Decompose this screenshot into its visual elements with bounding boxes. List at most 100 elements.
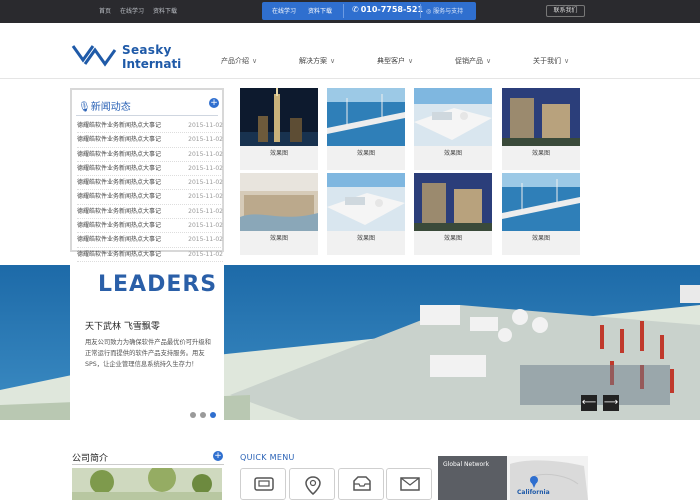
nav-item-solutions[interactable]: 解决方案 ∨ xyxy=(299,56,335,66)
quick-menu-tile[interactable] xyxy=(240,468,286,500)
product-caption: 效果图 xyxy=(356,235,375,242)
arrow-left-icon: ⟵ xyxy=(581,397,597,408)
product-caption: 效果图 xyxy=(443,235,462,242)
nav-label: 关于我们 xyxy=(533,57,561,65)
inbox-icon xyxy=(353,476,371,491)
product-image xyxy=(502,173,580,231)
list-item[interactable]: 德耀皓软件业务新闻热点大事记 2015-11-02 xyxy=(77,133,223,148)
product-image xyxy=(240,88,318,146)
support-link[interactable]: ◎ 服务与支持 xyxy=(426,6,463,15)
news-item-date: 2015-11-02 xyxy=(188,164,223,172)
chevron-down-icon: ∨ xyxy=(252,57,258,65)
news-item-text: 德耀皓软件业务新闻热点大事记 xyxy=(77,150,162,158)
about-title: 公司简介 xyxy=(72,454,109,464)
news-item-date: 2015-11-02 xyxy=(188,222,223,230)
about-more-button[interactable]: + xyxy=(213,451,223,461)
divider xyxy=(76,115,218,116)
about-image xyxy=(72,468,222,500)
quick-menu-tile[interactable] xyxy=(289,468,335,500)
news-panel: 🎙新闻动态 + 德耀皓软件业务新闻热点大事记 2015-11-02 德耀皓软件业务… xyxy=(70,88,224,262)
download-tab[interactable]: 资料下载 xyxy=(308,6,332,15)
banner-card: LEADERS 天下武林 飞雪飘零 用友公司致力为确保软件产品最优价可升级和正常… xyxy=(70,265,224,420)
banner-subtitle: 天下武林 飞雪飘零 xyxy=(85,322,160,332)
banner-title: LEADERS xyxy=(98,272,218,297)
carousel-dot[interactable] xyxy=(200,412,206,418)
product-caption: 效果图 xyxy=(443,150,462,157)
top-links: 首页 在线学习 资料下载 xyxy=(99,6,177,15)
top-bar: 首页 在线学习 资料下载 在线学习 资料下载 ✆ 010-7758-521 ◎ 服… xyxy=(0,0,700,23)
news-item-date: 2015-11-02 xyxy=(188,179,223,187)
news-item-text: 德耀皓软件业务新闻热点大事记 xyxy=(77,193,162,201)
chevron-down-icon: ∨ xyxy=(564,57,570,65)
news-item-date: 2015-11-02 xyxy=(188,122,223,129)
support-icon: ◎ xyxy=(426,8,432,15)
news-item-text: 德耀皓软件业务新闻热点大事记 xyxy=(77,164,162,172)
news-item-text: 德耀皓软件业务新闻热点大事记 xyxy=(77,236,162,244)
news-item-date: 2015-11-02 xyxy=(188,236,223,244)
nav-item-customers[interactable]: 典型客户 ∨ xyxy=(377,56,413,66)
list-item[interactable]: 德耀皓软件业务新闻热点大事记 2015-11-02 xyxy=(77,119,223,134)
list-item[interactable]: 德耀皓软件业务新闻热点大事记 2015-11-02 xyxy=(77,205,223,220)
top-link-download[interactable]: 资料下载 xyxy=(153,6,177,15)
banner-body: 用友公司致力为确保软件产品最优价可升级和正常运行而提供的软件产品支持服务。用友S… xyxy=(85,339,211,368)
list-item[interactable]: 德耀皓软件业务新闻热点大事记 2015-11-02 xyxy=(77,248,223,262)
list-item[interactable]: 德耀皓软件业务新闻热点大事记 2015-11-02 xyxy=(77,148,223,162)
product-caption: 效果图 xyxy=(531,150,550,157)
news-item-text: 德耀皓软件业务新闻热点大事记 xyxy=(77,207,162,215)
news-item-text: 德耀皓软件业务新闻热点大事记 xyxy=(77,222,162,230)
list-item[interactable]: 德耀皓软件业务新闻热点大事记 2015-11-02 xyxy=(77,176,223,191)
product-card[interactable]: 效果图 xyxy=(414,88,492,170)
nav-item-products[interactable]: 产品介绍 ∨ xyxy=(221,56,257,66)
product-card[interactable]: 效果图 xyxy=(327,173,405,255)
product-card[interactable]: 效果图 xyxy=(414,173,492,255)
product-image xyxy=(327,173,405,231)
product-caption: 效果图 xyxy=(269,150,288,157)
quick-menu-title: QUICK MENU xyxy=(240,453,295,462)
quick-menu-tile[interactable] xyxy=(386,468,432,500)
nav-label: 解决方案 xyxy=(299,57,327,65)
news-more-button[interactable]: + xyxy=(209,98,219,108)
news-item-text: 德耀皓软件业务新闻热点大事记 xyxy=(77,250,162,258)
product-card[interactable]: 效果图 xyxy=(502,88,580,170)
product-image xyxy=(414,88,492,146)
news-title: 新闻动态 xyxy=(90,102,131,113)
nav-item-promotions[interactable]: 促销产品 ∨ xyxy=(455,56,491,66)
microphone-icon: 🎙 xyxy=(78,102,91,113)
location-pin-icon xyxy=(305,476,321,495)
product-card[interactable]: 效果图 xyxy=(240,88,318,170)
carousel-dot[interactable] xyxy=(190,412,196,418)
product-caption: 效果图 xyxy=(269,235,288,242)
product-card[interactable]: 效果图 xyxy=(502,173,580,255)
product-card[interactable]: 效果图 xyxy=(327,88,405,170)
product-image xyxy=(414,173,492,231)
top-link-home[interactable]: 首页 xyxy=(99,6,111,15)
map-title: Global Network xyxy=(443,461,490,468)
top-link-learn[interactable]: 在线学习 xyxy=(120,6,144,15)
support-text: 服务与支持 xyxy=(433,8,464,15)
list-item[interactable]: 德耀皓软件业务新闻热点大事记 2015-11-02 xyxy=(77,190,223,205)
product-caption: 效果图 xyxy=(356,150,375,157)
news-item-text: 德耀皓软件业务新闻热点大事记 xyxy=(77,179,162,187)
logo[interactable]: Seasky Internati xyxy=(71,42,181,74)
product-card[interactable]: 效果图 xyxy=(240,173,318,255)
list-item[interactable]: 德耀皓软件业务新闻热点大事记 2015-11-02 xyxy=(77,162,223,177)
arrow-right-icon: ⟶ xyxy=(603,397,619,408)
quick-menu-tile[interactable] xyxy=(338,468,384,500)
nav-label: 典型客户 xyxy=(377,57,405,65)
news-item-text: 德耀皓软件业务新闻热点大事记 xyxy=(77,122,162,129)
list-item[interactable]: 德耀皓软件业务新闻热点大事记 2015-11-02 xyxy=(77,233,223,248)
product-image xyxy=(240,173,318,231)
list-item[interactable]: 德耀皓软件业务新闻热点大事记 2015-11-02 xyxy=(77,219,223,234)
news-item-date: 2015-11-02 xyxy=(188,150,223,158)
prev-arrow-button[interactable]: ⟵ xyxy=(581,395,597,411)
carousel-dot-active[interactable] xyxy=(210,412,216,418)
card-icon xyxy=(254,477,274,491)
next-arrow-button[interactable]: ⟶ xyxy=(603,395,619,411)
news-heading: 🎙新闻动态 xyxy=(78,98,131,113)
phone-text: 010-7758-521 xyxy=(360,5,424,14)
global-network-map[interactable]: Global Network California xyxy=(438,456,588,500)
nav-item-about[interactable]: 关于我们 ∨ xyxy=(533,56,569,66)
contact-us-button[interactable]: 联系我们 xyxy=(546,5,585,17)
news-item-date: 2015-11-02 xyxy=(188,250,223,258)
online-learning-tab[interactable]: 在线学习 xyxy=(272,6,296,15)
